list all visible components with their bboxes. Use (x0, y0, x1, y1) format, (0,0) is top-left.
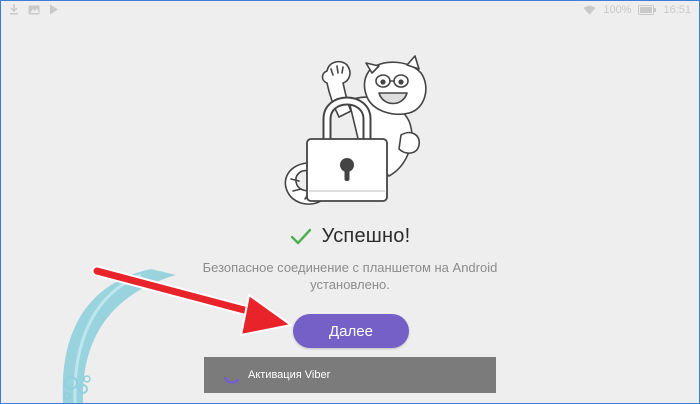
viber-window: 100% 16:51 Успешно! Безопасное соединени… (0, 0, 700, 404)
activation-toast: Активация Viber (204, 357, 496, 393)
description-line-2: установлено. (310, 277, 390, 292)
success-title: Успешно! (321, 225, 411, 247)
status-bar-notifications (9, 4, 59, 15)
battery-percentage: 100% (603, 4, 632, 16)
checkmark-icon (290, 228, 311, 244)
success-heading: Успешно! (1, 225, 699, 248)
description-line-1: Безопасное соединение с планшетом на And… (202, 260, 498, 275)
play-store-icon (50, 4, 58, 15)
battery-icon (638, 5, 657, 15)
toast-text: Активация Viber (248, 369, 331, 381)
clock: 16:51 (663, 4, 691, 16)
success-description: Безопасное соединение с планшетом на And… (151, 259, 549, 293)
wifi-icon (583, 5, 596, 15)
spinner-icon (223, 376, 240, 384)
status-bar-system: 100% 16:51 (583, 4, 691, 16)
cat-padlock-illustration (284, 55, 427, 205)
gallery-icon (28, 5, 40, 14)
download-icon (10, 4, 18, 15)
next-button[interactable]: Далее (293, 314, 409, 348)
status-bar: 100% 16:51 (1, 1, 699, 21)
